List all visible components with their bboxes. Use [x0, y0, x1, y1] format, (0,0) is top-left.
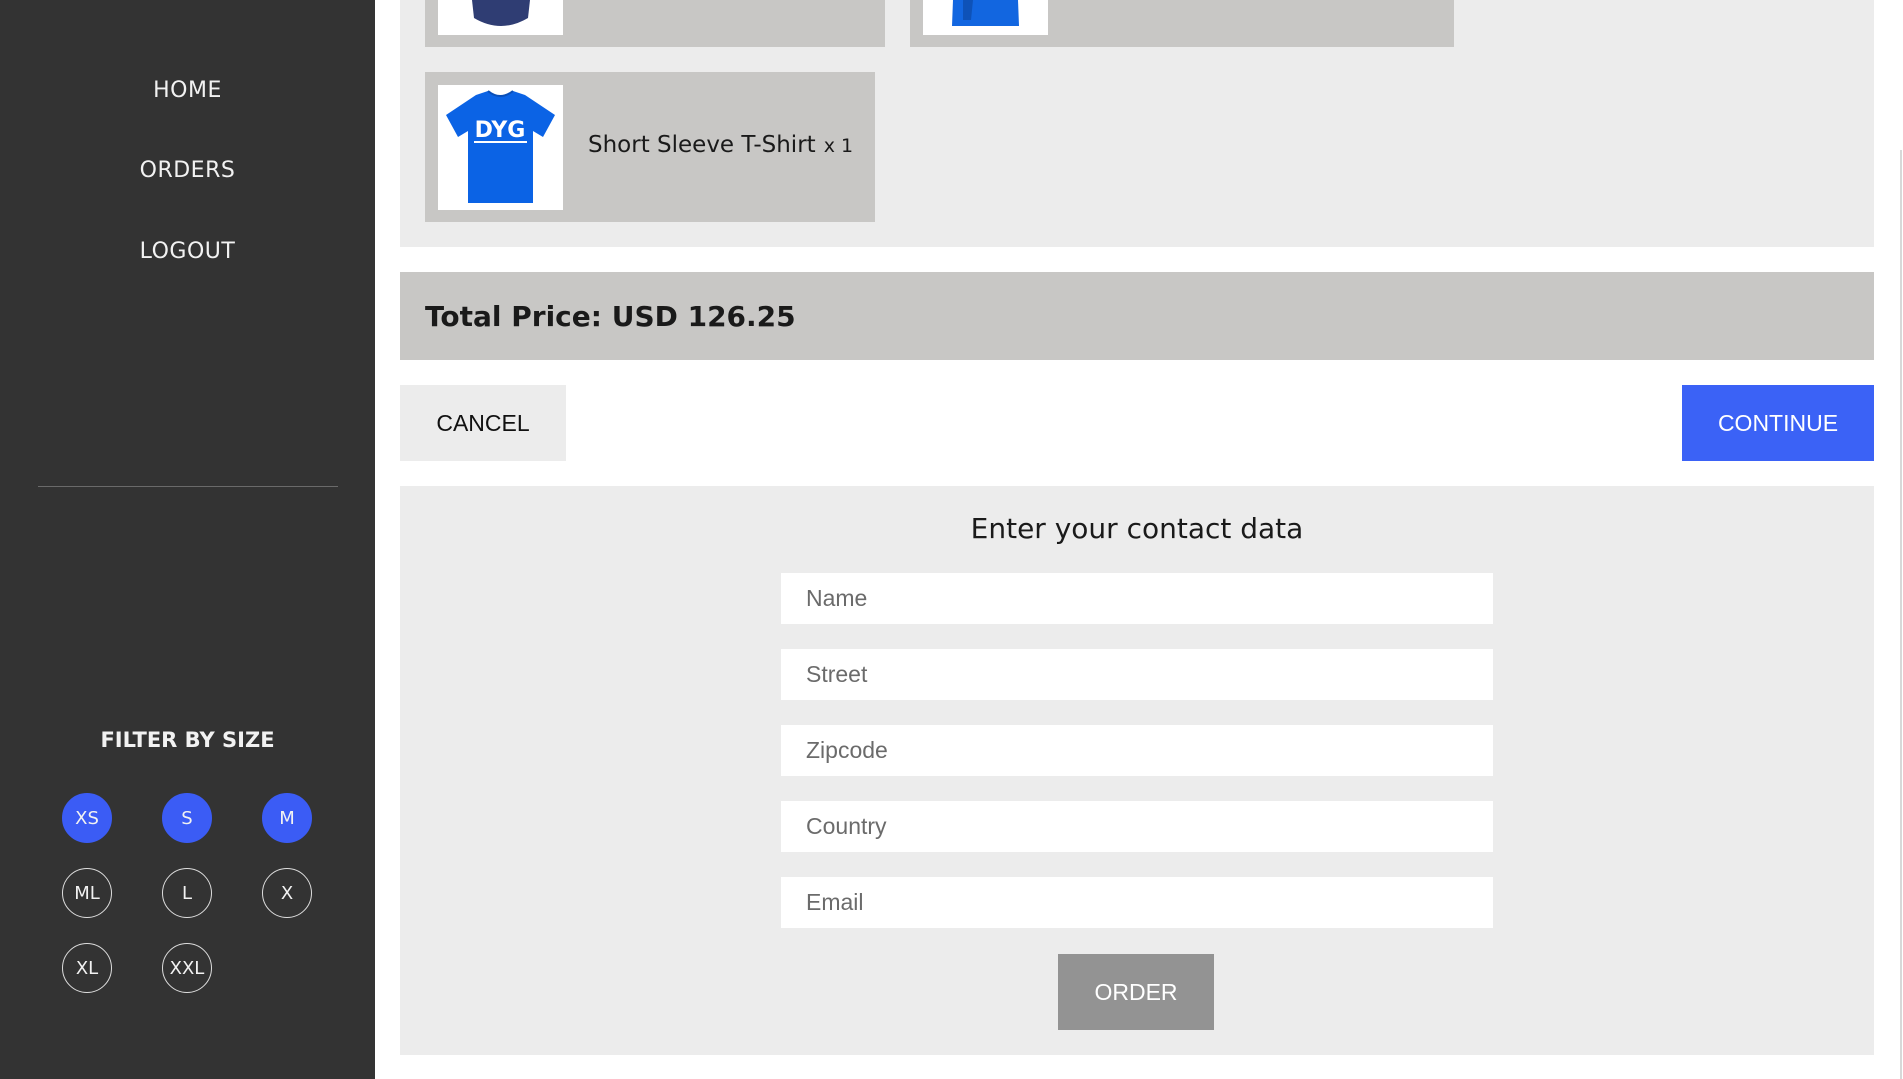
- continue-button[interactable]: CONTINUE: [1682, 385, 1874, 461]
- product-thumbnail: DYG: [438, 85, 563, 210]
- navy-shirt-image: [472, 0, 530, 26]
- cart-items-panel: DYG Short Sleeve T-Shirt x 1: [400, 0, 1874, 247]
- product-thumbnail: [923, 0, 1048, 35]
- size-filter-xs[interactable]: XS: [62, 793, 112, 843]
- nav-home-link[interactable]: HOME: [0, 78, 375, 103]
- total-price-bar: Total Price: USD 126.25: [400, 272, 1874, 360]
- order-button[interactable]: ORDER: [1058, 954, 1214, 1030]
- product-name: Short Sleeve T-Shirt: [588, 132, 816, 158]
- total-price: Total Price: USD 126.25: [425, 299, 796, 333]
- cart-item-partial-2: [910, 0, 1454, 47]
- cart-item-partial-1: [425, 0, 885, 47]
- size-filter-ml[interactable]: ML: [62, 868, 112, 918]
- nav-orders-link[interactable]: ORDERS: [0, 158, 375, 183]
- size-filter-s[interactable]: S: [162, 793, 212, 843]
- cart-item-title: Short Sleeve T-Shirt x 1: [588, 132, 853, 158]
- size-filter-xl[interactable]: XL: [62, 943, 112, 993]
- size-filter-xxl[interactable]: XXL: [162, 943, 212, 993]
- filter-by-size-title: FILTER BY SIZE: [100, 728, 275, 752]
- nav-logout-link[interactable]: LOGOUT: [0, 239, 375, 264]
- blue-tshirt-image: DYG: [446, 90, 555, 203]
- street-input[interactable]: [781, 649, 1493, 700]
- svg-text:DYG: DYG: [475, 118, 526, 143]
- sidebar: HOME ORDERS LOGOUT FILTER BY SIZE XS S M…: [0, 0, 375, 1079]
- page-scrollbar[interactable]: [1900, 150, 1902, 1079]
- cart-item: DYG Short Sleeve T-Shirt x 1: [425, 72, 875, 222]
- size-filter-x[interactable]: X: [262, 868, 312, 918]
- contact-form: Enter your contact data ORDER: [400, 486, 1874, 1055]
- contact-form-title: Enter your contact data: [970, 512, 1304, 545]
- name-input[interactable]: [781, 573, 1493, 624]
- size-filter-m[interactable]: M: [262, 793, 312, 843]
- size-filter-l[interactable]: L: [162, 868, 212, 918]
- country-input[interactable]: [781, 801, 1493, 852]
- zipcode-input[interactable]: [781, 725, 1493, 776]
- sidebar-divider: [38, 486, 338, 487]
- cancel-button[interactable]: CANCEL: [400, 385, 566, 461]
- product-thumbnail: [438, 0, 563, 35]
- product-quantity: x 1: [823, 135, 854, 157]
- blue-shirt-image: [952, 0, 1019, 26]
- email-input[interactable]: [781, 877, 1493, 928]
